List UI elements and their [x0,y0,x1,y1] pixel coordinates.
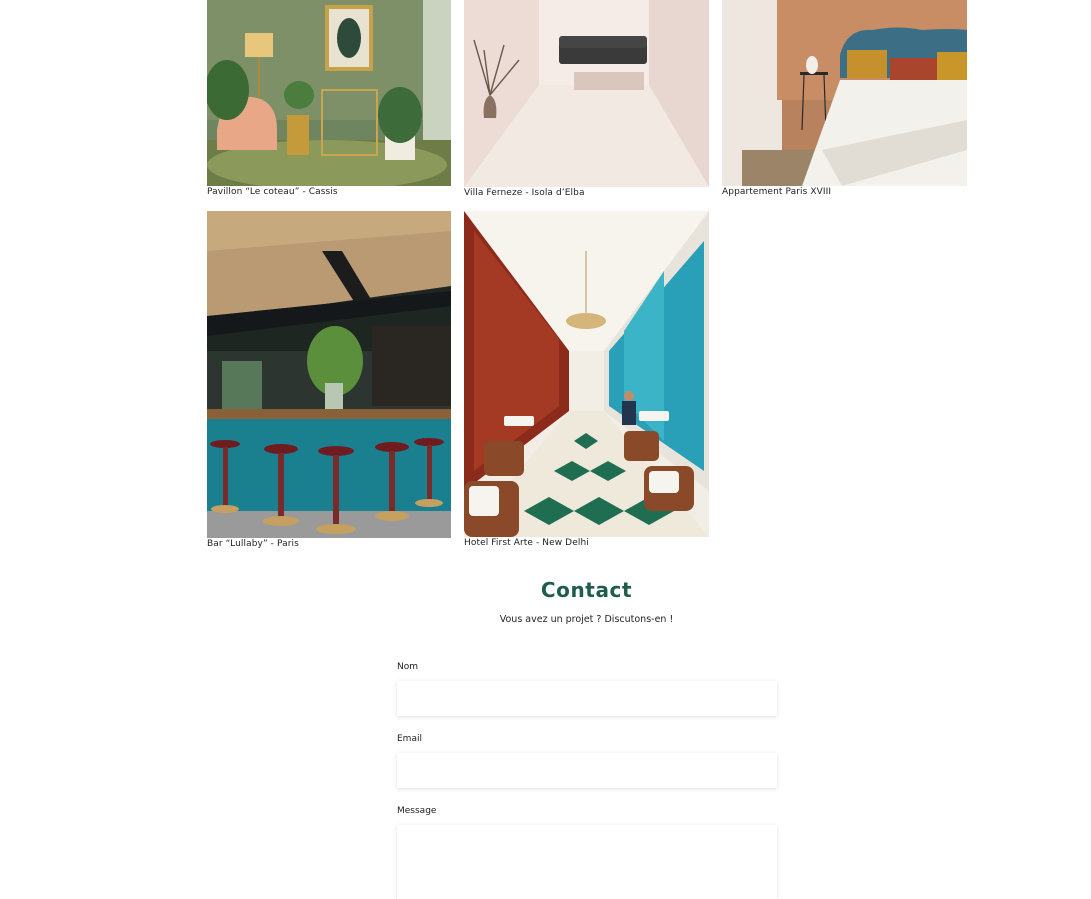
project-photo-villa-ferneze[interactable] [464,0,709,187]
email-input[interactable] [397,753,777,788]
project-caption: Bar “Lullaby” - Paris [207,539,299,549]
project-caption: Appartement Paris XVIII [722,187,832,197]
project-caption: Pavillon “Le coteau” - Cassis [207,187,338,197]
name-label: Nom [397,662,419,672]
contact-subtitle: Vous avez un projet ? Discutons-en ! [499,614,674,625]
project-caption: Villa Ferneze - Isola d’Elba [464,188,585,198]
message-textarea[interactable] [397,825,777,899]
project-photo-hotel-first-arte[interactable] [464,211,709,537]
message-label: Message [397,806,437,816]
project-caption: Hotel First Arte - New Delhi [464,538,589,548]
contact-title: Contact [540,578,633,602]
project-photo-appartement-paris[interactable] [722,0,967,186]
project-photo-bar-lullaby[interactable] [207,211,451,538]
name-input[interactable] [397,681,777,716]
project-photo-pavillon[interactable] [207,0,451,186]
email-label: Email [397,734,422,744]
